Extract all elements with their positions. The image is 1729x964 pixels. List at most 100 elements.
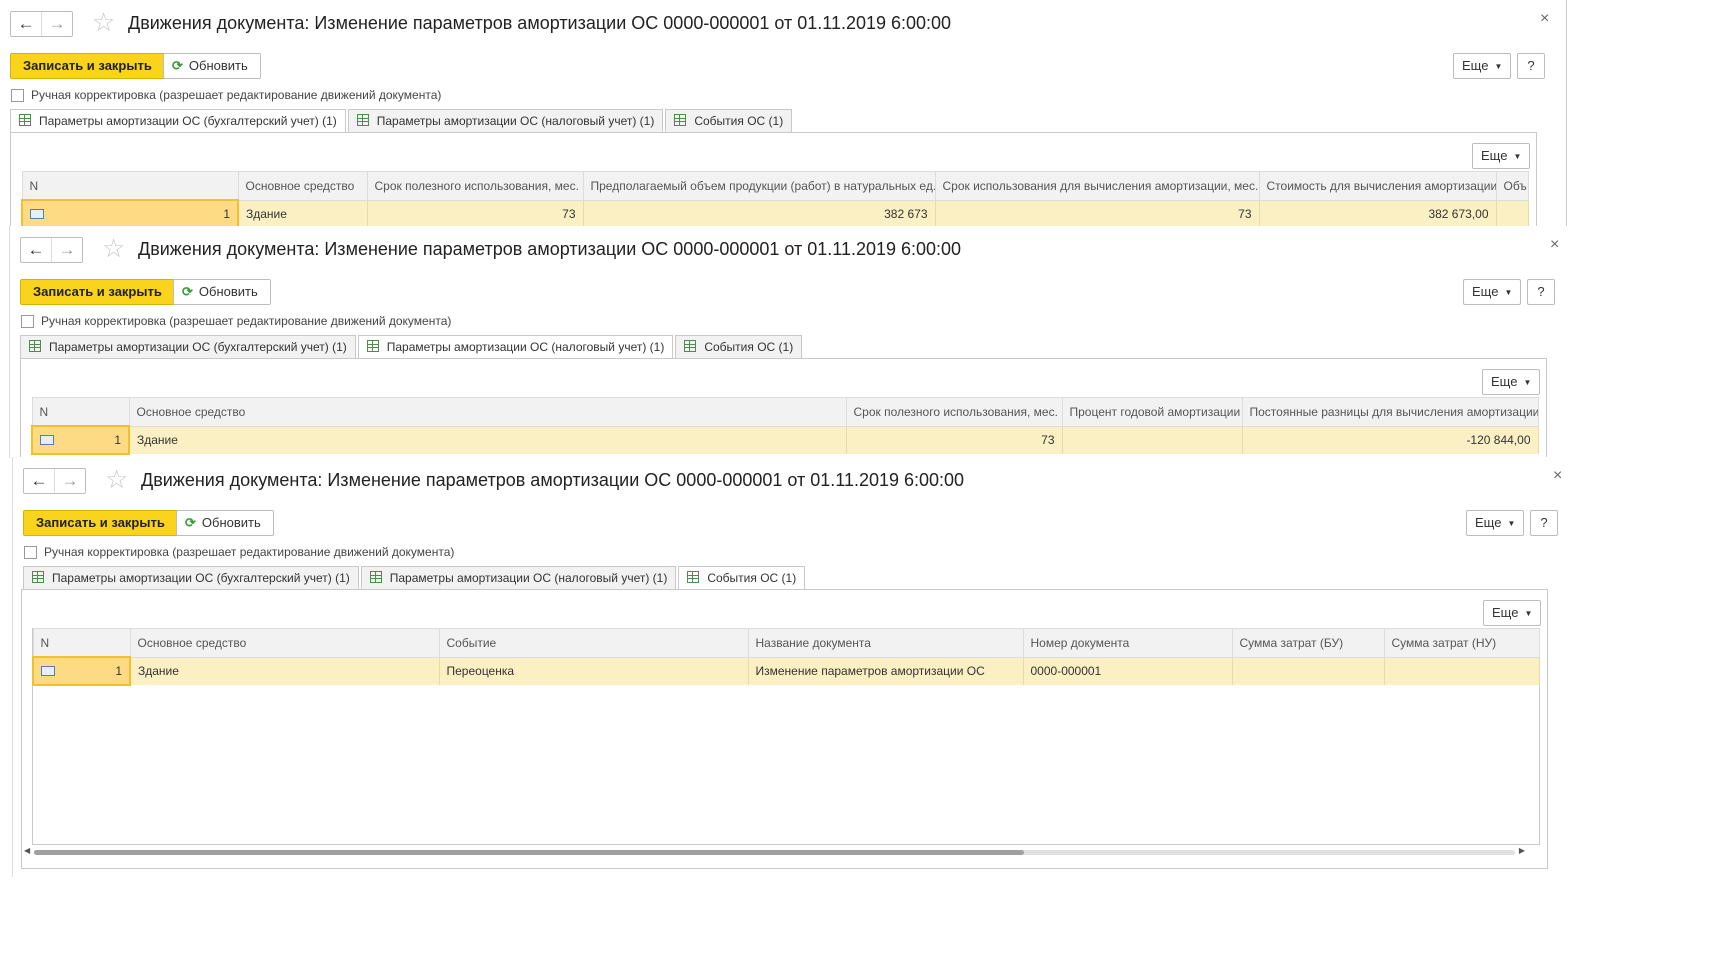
manual-correction-checkbox[interactable]: Ручная корректировка (разрешает редактир… (11, 88, 441, 102)
row-number-cell[interactable]: 1 (21, 199, 239, 229)
table-more-button[interactable]: Еще ▼ (1483, 600, 1542, 626)
close-icon[interactable]: × (1553, 467, 1562, 485)
table-cell[interactable]: 73 (367, 200, 584, 228)
table-cell[interactable]: 382 673 (583, 200, 936, 228)
help-button[interactable]: ? (1517, 53, 1545, 79)
column-header[interactable]: Стоимость для вычисления амортизации (1258, 171, 1497, 201)
window-title: Движения документа: Изменение параметров… (141, 470, 965, 490)
tab-accounting-depreciation[interactable]: Параметры амортизации ОС (бухгалтерский … (23, 566, 359, 590)
checkbox-box[interactable] (21, 314, 34, 328)
save-and-close-button[interactable]: Записать и закрыть (10, 53, 165, 79)
manual-correction-checkbox[interactable]: Ручная корректировка (разрешает редактир… (24, 545, 454, 559)
scroll-left-arrow-icon[interactable]: ◀ (24, 846, 30, 855)
column-header[interactable]: Постоянные разницы для вычисления аморти… (1241, 397, 1539, 427)
table-more-button[interactable]: Еще ▼ (1482, 369, 1541, 395)
column-header[interactable]: Название документа (747, 628, 1024, 658)
column-header[interactable]: Основное средство (129, 628, 440, 658)
column-header[interactable]: Номер документа (1022, 628, 1233, 658)
back-arrow-icon[interactable]: ← (21, 238, 52, 262)
table-cell[interactable]: Здание (238, 200, 368, 228)
row-number-cell[interactable]: 1 (32, 656, 131, 686)
scroll-right-arrow-icon[interactable]: ▶ (1519, 846, 1525, 855)
tab-tax-depreciation[interactable]: Параметры амортизации ОС (налоговый учет… (347, 109, 664, 133)
more-button[interactable]: Еще ▼ (1466, 510, 1525, 536)
tab-asset-events[interactable]: События ОС (1) (665, 109, 793, 133)
back-arrow-icon[interactable]: ← (24, 469, 55, 493)
table-cell[interactable] (1496, 200, 1529, 228)
document-movements-window-events: ← → ☆ Движения документа: Изменение пара… (12, 457, 1567, 877)
column-header[interactable]: Основное средство (237, 171, 368, 201)
tab-asset-events[interactable]: События ОС (1) (675, 335, 803, 359)
row-number: 1 (223, 207, 230, 221)
more-button[interactable]: Еще ▼ (1453, 53, 1512, 79)
favorite-star-icon[interactable]: ☆ (102, 233, 125, 264)
scrollbar-thumb[interactable] (34, 850, 1024, 855)
manual-correction-checkbox[interactable]: Ручная корректировка (разрешает редактир… (21, 314, 451, 328)
table-cell[interactable] (1062, 426, 1243, 454)
table-header-row: N Основное средство Срок полезного испол… (21, 171, 1529, 201)
checkbox-box[interactable] (11, 88, 24, 102)
table-cell[interactable]: Изменение параметров амортизации ОС (748, 657, 1024, 685)
accounting-params-table: N Основное средство Срок полезного испол… (21, 171, 1529, 229)
help-button[interactable]: ? (1530, 510, 1558, 536)
dropdown-arrow-icon: ▼ (1524, 608, 1533, 618)
column-header[interactable]: Предполагаемый объем продукции (работ) в… (582, 171, 936, 201)
help-button[interactable]: ? (1527, 279, 1555, 305)
table-row[interactable]: 1 Здание Переоценка Изменение параметров… (32, 656, 1540, 686)
table-cell[interactable] (1384, 657, 1540, 685)
column-header[interactable]: Сумма затрат (НУ) (1383, 628, 1540, 658)
close-icon[interactable]: × (1550, 236, 1559, 254)
column-header[interactable]: N (32, 628, 131, 658)
column-header[interactable]: N (21, 171, 239, 201)
tab-tax-depreciation[interactable]: Параметры амортизации ОС (налоговый учет… (360, 566, 677, 590)
tab-accounting-depreciation[interactable]: Параметры амортизации ОС (бухгалтерский … (10, 109, 346, 135)
table-cell[interactable]: Здание (129, 426, 847, 454)
tab-content-panel: Еще ▼ N Основное средство Срок полезного … (20, 358, 1547, 458)
close-icon[interactable]: × (1540, 10, 1549, 28)
more-button[interactable]: Еще ▼ (1463, 279, 1522, 305)
table-cell[interactable]: -120 844,00 (1242, 426, 1539, 454)
row-number-cell[interactable]: 1 (31, 425, 130, 455)
table-cell[interactable]: 73 (846, 426, 1063, 454)
column-header[interactable]: N (31, 397, 130, 427)
forward-arrow-icon[interactable]: → (52, 238, 82, 262)
table-row[interactable]: 1 Здание 73 382 673 73 382 673,00 (21, 199, 1529, 229)
column-header[interactable]: Объ (1495, 171, 1529, 201)
column-header[interactable]: Сумма затрат (БУ) (1231, 628, 1385, 658)
favorite-star-icon[interactable]: ☆ (92, 7, 115, 38)
table-cell[interactable] (1232, 657, 1385, 685)
column-header[interactable]: Основное средство (128, 397, 847, 427)
column-header[interactable]: Срок полезного использования, мес. (366, 171, 584, 201)
refresh-button[interactable]: ⟳ Обновить (176, 510, 274, 536)
forward-arrow-icon[interactable]: → (55, 469, 85, 493)
table-icon (687, 571, 700, 583)
table-more-button[interactable]: Еще ▼ (1472, 143, 1531, 169)
refresh-button[interactable]: ⟳ Обновить (173, 279, 271, 305)
tab-content-panel: Еще ▼ N Основное средство Событие Названи… (21, 589, 1548, 869)
table-cell[interactable]: 0000-000001 (1023, 657, 1233, 685)
tab-asset-events[interactable]: События ОС (1) (678, 566, 806, 592)
horizontal-scrollbar[interactable]: ◀ ▶ (22, 846, 1527, 858)
column-header[interactable]: Процент годовой амортизации (1061, 397, 1243, 427)
checkbox-box[interactable] (24, 545, 37, 559)
table-icon (674, 114, 687, 126)
column-header[interactable]: Срок использования для вычисления аморти… (934, 171, 1260, 201)
refresh-button[interactable]: ⟳ Обновить (163, 53, 261, 79)
tab-accounting-depreciation[interactable]: Параметры амортизации ОС (бухгалтерский … (20, 335, 356, 359)
table-row[interactable]: 1 Здание 73 -120 844,00 (31, 425, 1539, 455)
more-label: Еще (1462, 58, 1489, 73)
column-header[interactable]: Срок полезного использования, мес. (845, 397, 1063, 427)
column-header[interactable]: Событие (438, 628, 749, 658)
favorite-star-icon[interactable]: ☆ (105, 464, 128, 495)
table-cell[interactable]: Здание (130, 657, 440, 685)
save-and-close-button[interactable]: Записать и закрыть (20, 279, 175, 305)
back-arrow-icon[interactable]: ← (11, 12, 42, 36)
table-cell[interactable]: Переоценка (439, 657, 749, 685)
window-title: Движения документа: Изменение параметров… (138, 239, 962, 259)
table-cell[interactable]: 382 673,00 (1259, 200, 1497, 228)
table-cell[interactable]: 73 (935, 200, 1260, 228)
forward-arrow-icon[interactable]: → (42, 12, 72, 36)
save-and-close-button[interactable]: Записать и закрыть (23, 510, 178, 536)
tab-label: События ОС (1) (704, 340, 794, 354)
tab-tax-depreciation[interactable]: Параметры амортизации ОС (налоговый учет… (357, 335, 674, 361)
